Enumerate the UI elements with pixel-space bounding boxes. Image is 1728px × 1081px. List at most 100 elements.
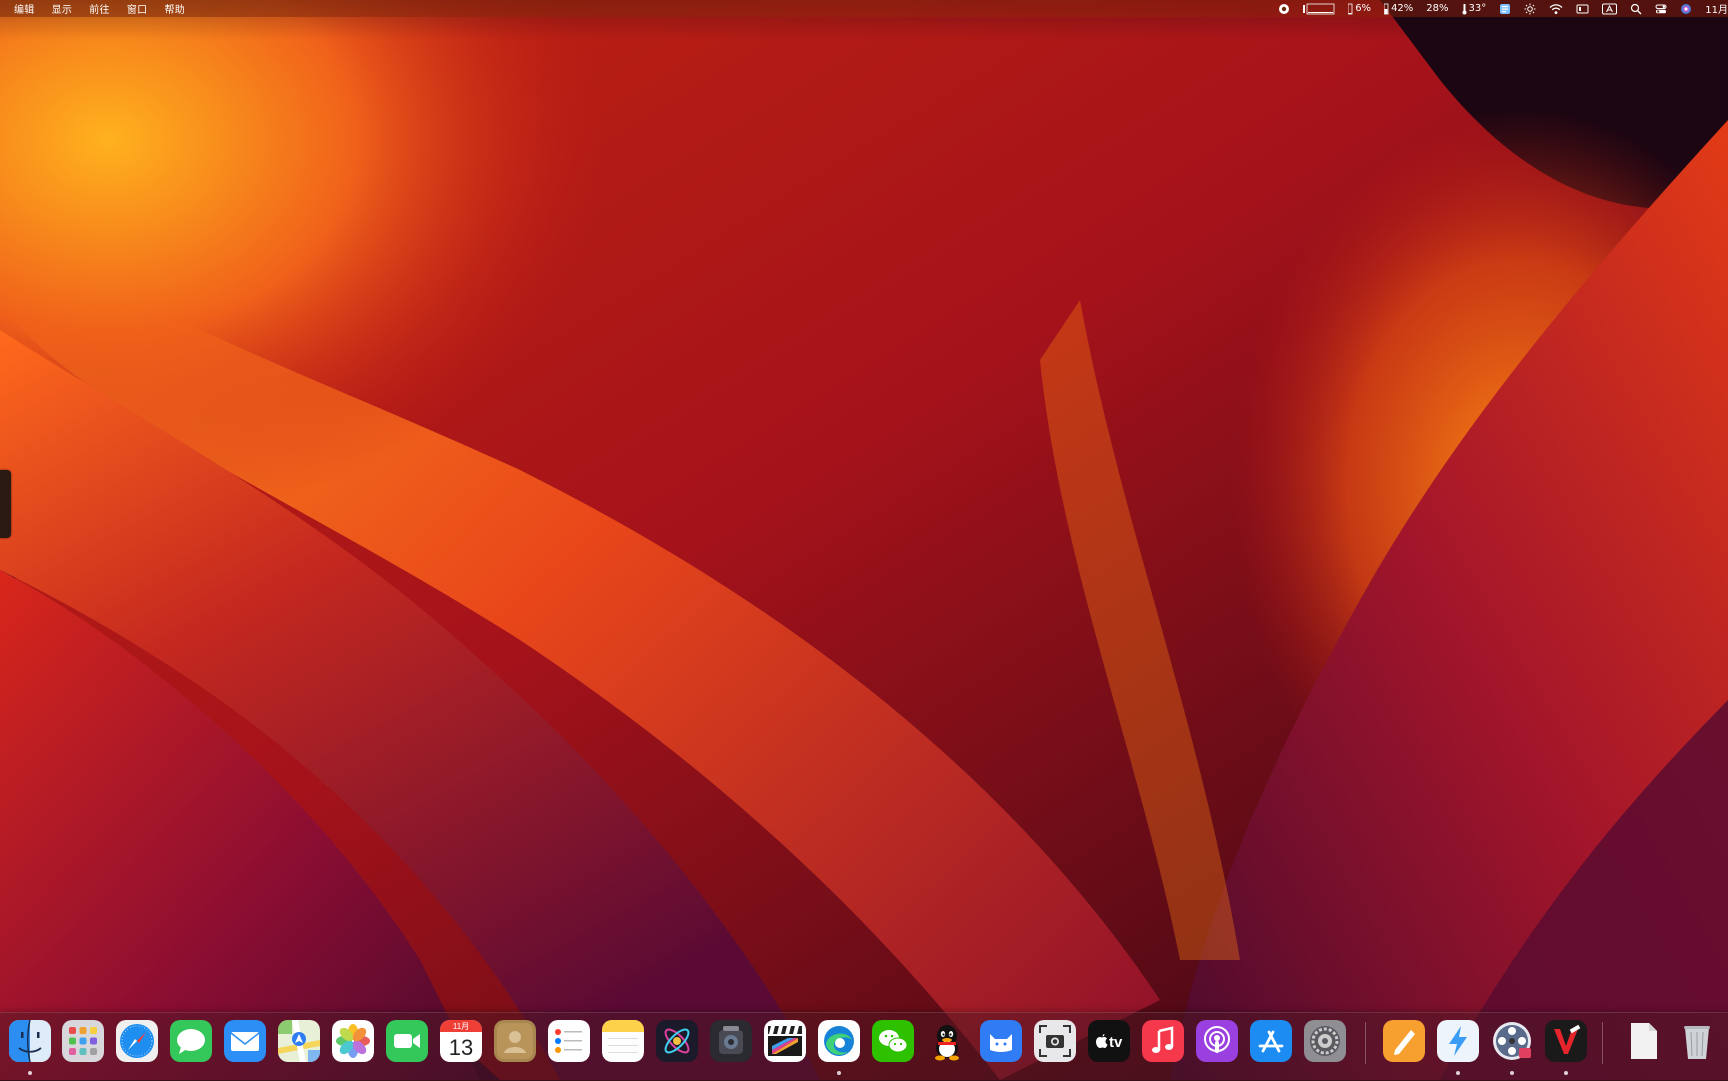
mail-app[interactable] bbox=[224, 1020, 266, 1062]
wifi-icon[interactable] bbox=[1549, 3, 1563, 15]
compressor-app[interactable] bbox=[710, 1020, 752, 1062]
compressor-icon bbox=[710, 1020, 752, 1062]
contacts-icon bbox=[494, 1020, 536, 1062]
temperature-value: 33° bbox=[1468, 3, 1487, 14]
document-icon bbox=[1631, 1023, 1657, 1059]
video-reel-icon bbox=[1493, 1022, 1531, 1060]
cpu-percent: 6% bbox=[1355, 3, 1372, 14]
menu-go[interactable]: 前往 bbox=[89, 1, 110, 16]
brightness-icon[interactable] bbox=[1524, 3, 1536, 15]
temperature-status[interactable]: 33° bbox=[1462, 3, 1487, 15]
document-item[interactable] bbox=[1622, 1020, 1664, 1062]
wechat-app[interactable] bbox=[872, 1020, 914, 1062]
input-method-icon[interactable] bbox=[1602, 3, 1618, 15]
trash-item[interactable] bbox=[1676, 1020, 1718, 1062]
spotlight-search-icon[interactable] bbox=[1630, 3, 1642, 15]
apple-tv-app[interactable]: tv bbox=[1088, 1020, 1130, 1062]
clock-text: 11月 bbox=[1705, 5, 1728, 16]
safari-app[interactable] bbox=[116, 1020, 158, 1062]
motion-icon bbox=[656, 1020, 698, 1062]
facetime-icon bbox=[386, 1020, 428, 1062]
siri-icon[interactable] bbox=[1680, 3, 1692, 15]
menu-help[interactable]: 帮助 bbox=[164, 1, 185, 16]
menu-window[interactable]: 窗口 bbox=[127, 1, 148, 16]
cpu-bar-icon bbox=[1348, 3, 1353, 14]
menu-view[interactable]: 显示 bbox=[52, 1, 73, 16]
launchpad-icon bbox=[62, 1020, 104, 1062]
memory-percent: 42% bbox=[1391, 3, 1414, 14]
podcasts-icon bbox=[1196, 1020, 1238, 1062]
cpu-status[interactable]: 6% bbox=[1348, 3, 1371, 15]
photos-app[interactable] bbox=[332, 1020, 374, 1062]
menu-edit[interactable]: 编辑 bbox=[14, 1, 35, 16]
screenshot-app[interactable] bbox=[1034, 1020, 1076, 1062]
system-settings-icon bbox=[1304, 1020, 1346, 1062]
dock-separator-2 bbox=[1602, 1022, 1603, 1064]
reminders-app[interactable] bbox=[548, 1020, 590, 1062]
cpu-graph-icon[interactable] bbox=[1303, 3, 1335, 15]
app-store-app[interactable] bbox=[1250, 1020, 1292, 1062]
mail-icon bbox=[224, 1020, 266, 1062]
safari-icon bbox=[116, 1020, 158, 1062]
menu-list: 编辑 显示 前往 窗口 帮助 bbox=[0, 1, 202, 16]
screen-mirror-icon[interactable] bbox=[1576, 3, 1589, 15]
contacts-app[interactable] bbox=[494, 1020, 536, 1062]
red-v-app-icon bbox=[1545, 1020, 1587, 1062]
finder-app[interactable] bbox=[9, 1020, 51, 1062]
menu-bar: 编辑 显示 前往 窗口 帮助 6% 42% 28% 33° 11月 bbox=[0, 0, 1728, 17]
maps-app[interactable] bbox=[278, 1020, 320, 1062]
podcasts-app[interactable] bbox=[1196, 1020, 1238, 1062]
status-area: 6% 42% 28% 33° 11月 bbox=[1265, 0, 1728, 17]
cat-app-icon bbox=[980, 1020, 1022, 1062]
motion-app[interactable] bbox=[656, 1020, 698, 1062]
music-app[interactable] bbox=[1142, 1020, 1184, 1062]
clock[interactable]: 11月 bbox=[1705, 1, 1728, 16]
final-cut-app[interactable] bbox=[764, 1020, 806, 1062]
memory-status[interactable]: 42% bbox=[1384, 3, 1413, 15]
qq-icon bbox=[935, 1025, 959, 1061]
calendar-app[interactable]: 11月 13 bbox=[440, 1020, 482, 1062]
control-center-icon[interactable] bbox=[1655, 3, 1667, 15]
desktop-wallpaper bbox=[0, 0, 1728, 1080]
screenshot-icon bbox=[1034, 1020, 1076, 1062]
red-v-app-running-indicator bbox=[1564, 1071, 1568, 1075]
app-store-icon bbox=[1250, 1020, 1292, 1062]
finder-icon bbox=[9, 1020, 51, 1062]
launchpad-app[interactable] bbox=[62, 1020, 104, 1062]
tv-label: tv bbox=[1109, 1034, 1123, 1051]
thermometer-icon bbox=[1462, 3, 1467, 14]
disk-status[interactable]: 28% bbox=[1426, 3, 1448, 14]
messages-app[interactable] bbox=[170, 1020, 212, 1062]
pages-app[interactable] bbox=[1383, 1020, 1425, 1062]
red-v-app[interactable] bbox=[1545, 1020, 1587, 1062]
calendar-month: 11月 bbox=[453, 1022, 469, 1031]
trash-icon bbox=[1684, 1026, 1710, 1059]
cat-app[interactable] bbox=[980, 1020, 1022, 1062]
wechat-icon bbox=[872, 1020, 914, 1062]
facetime-app[interactable] bbox=[386, 1020, 428, 1062]
memory-bar-icon bbox=[1384, 3, 1389, 14]
notes-icon bbox=[602, 1020, 644, 1062]
reminders-icon bbox=[548, 1020, 590, 1062]
bolt-app[interactable] bbox=[1437, 1020, 1479, 1062]
photos-icon bbox=[332, 1020, 374, 1062]
finder-running-indicator bbox=[28, 1071, 32, 1075]
dock-separator bbox=[1365, 1022, 1366, 1064]
note-app-icon[interactable] bbox=[1499, 3, 1511, 15]
qq-app[interactable] bbox=[926, 1020, 968, 1062]
music-icon bbox=[1142, 1020, 1184, 1062]
maps-icon bbox=[278, 1020, 320, 1062]
edge-app[interactable] bbox=[818, 1020, 860, 1062]
messages-icon bbox=[170, 1020, 212, 1062]
sidebar-handle[interactable] bbox=[0, 470, 11, 538]
bolt-app-icon bbox=[1437, 1020, 1479, 1062]
bolt-app-running-indicator bbox=[1456, 1071, 1460, 1075]
disk-percent: 28% bbox=[1426, 3, 1449, 14]
video-reel-app[interactable] bbox=[1491, 1020, 1533, 1062]
edge-running-indicator bbox=[837, 1071, 841, 1075]
calendar-icon: 11月 13 bbox=[440, 1020, 482, 1062]
notes-app[interactable] bbox=[602, 1020, 644, 1062]
system-settings-app[interactable] bbox=[1304, 1020, 1346, 1062]
record-status-icon[interactable] bbox=[1278, 3, 1290, 15]
edge-icon bbox=[818, 1020, 860, 1062]
